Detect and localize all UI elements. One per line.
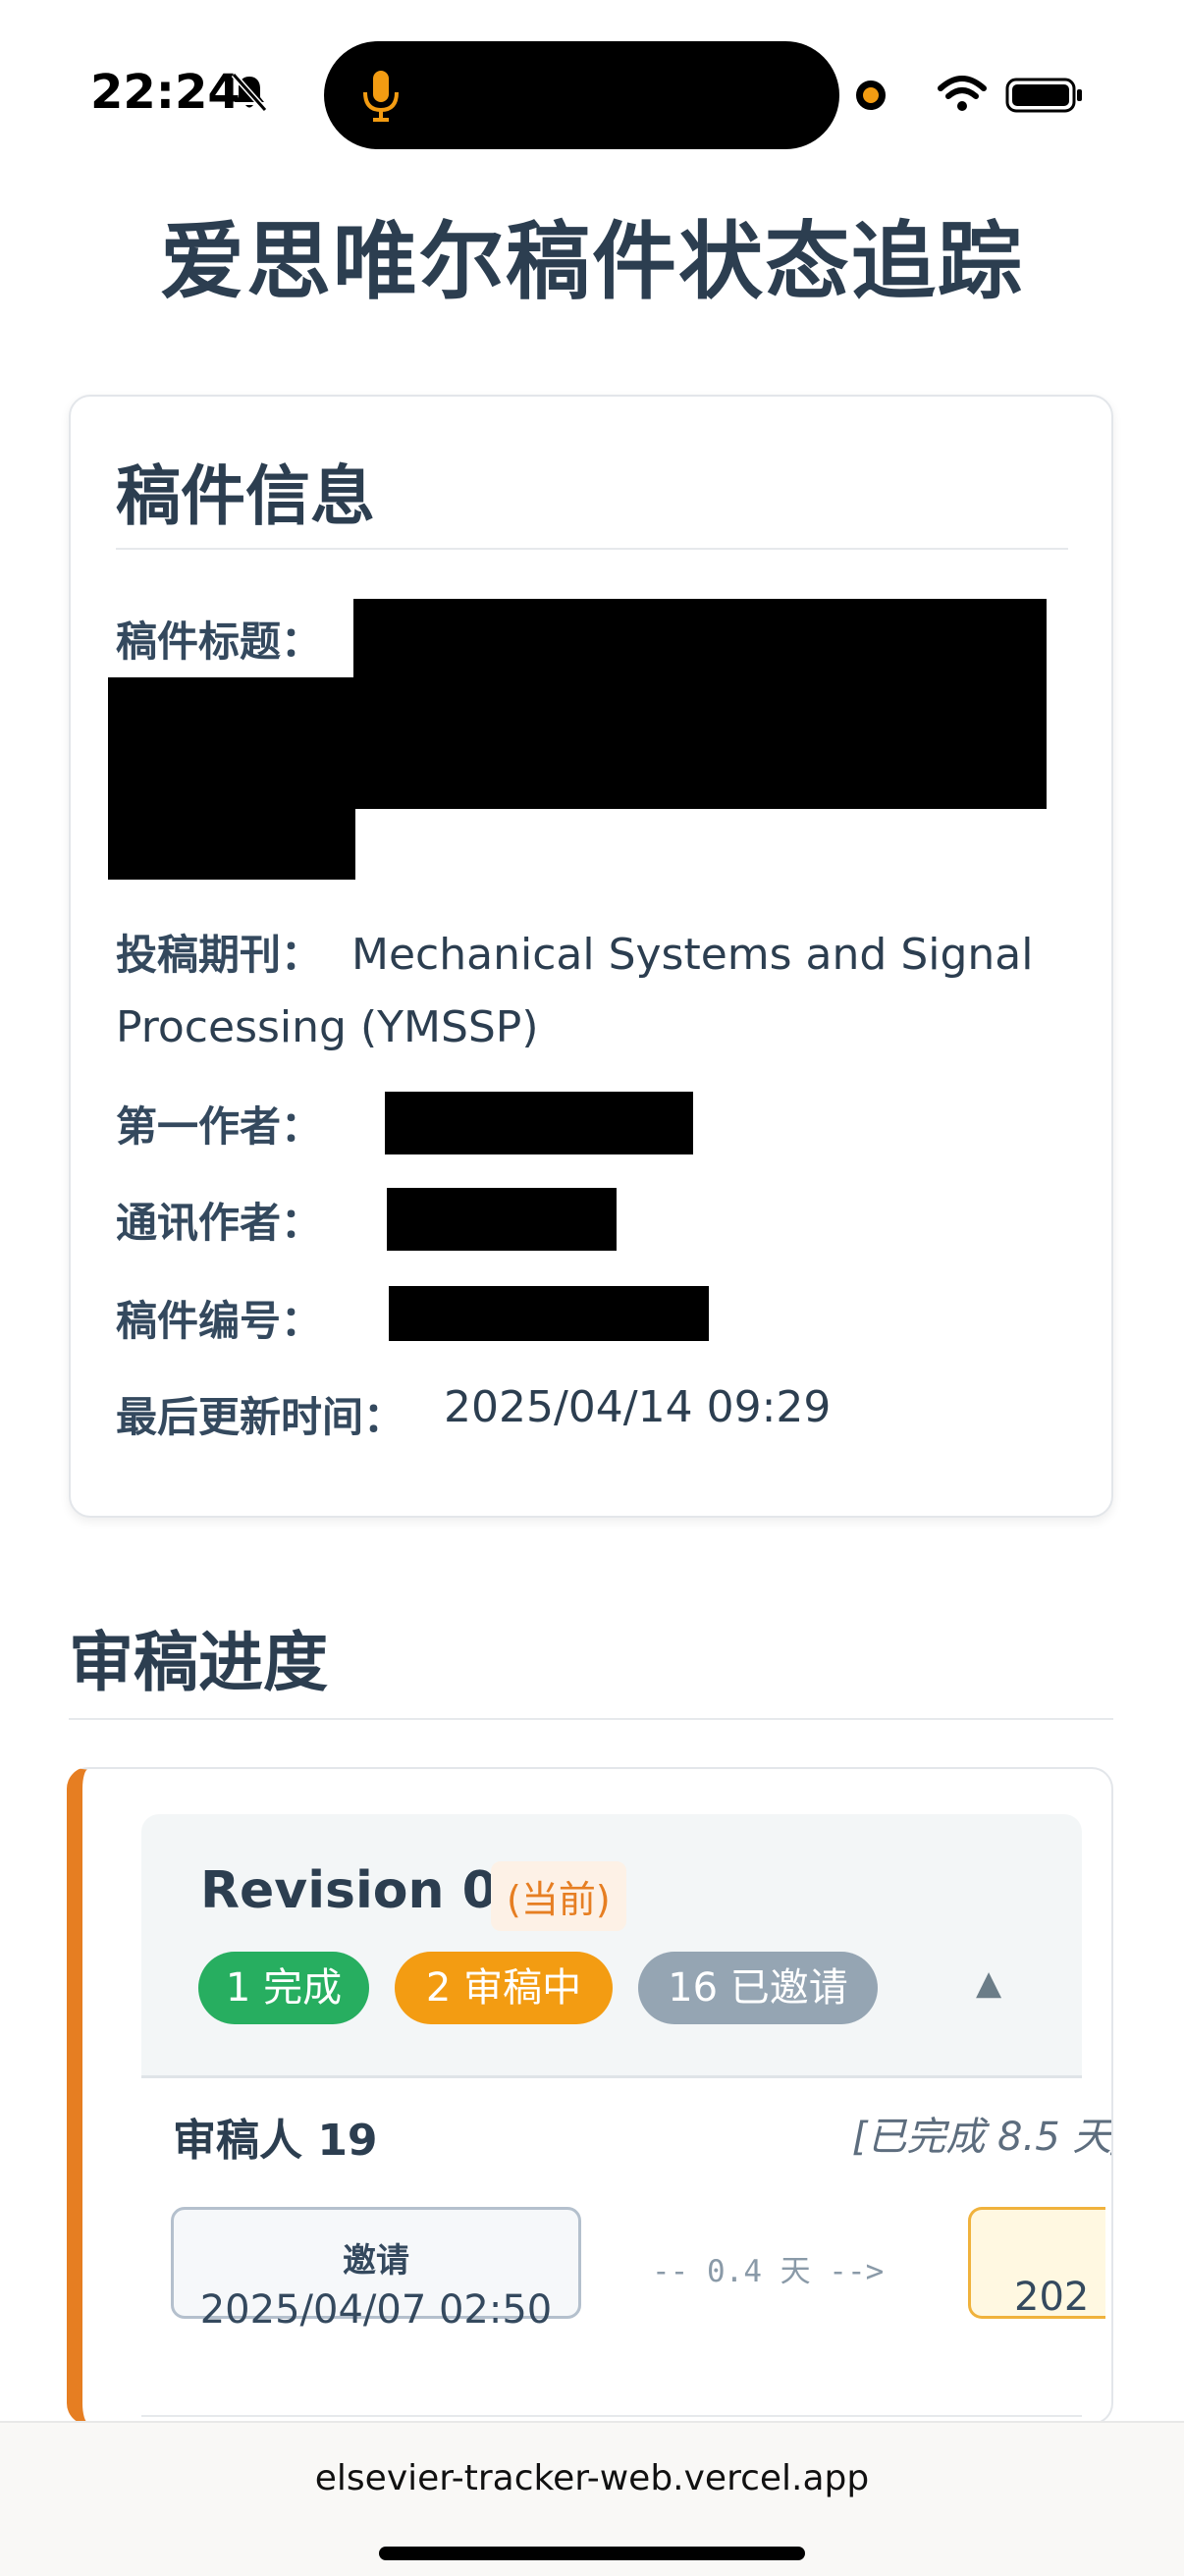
manuscript-id-label: 稿件编号： — [116, 1297, 323, 1345]
redacted-title-continued — [108, 677, 355, 880]
invite-event: 邀请 2025/04/07 02:50 — [171, 2207, 581, 2333]
title-label: 稿件标题： — [116, 617, 323, 666]
last-updated-label: 最后更新时间： — [116, 1393, 405, 1441]
wifi-icon — [938, 76, 987, 111]
microphone-icon — [363, 71, 399, 122]
revision-panel: Revision 0 (当前) 1 完成 2 审稿中 16 已邀请 ▲ 审稿人 … — [67, 1767, 1113, 2425]
revision-header[interactable]: Revision 0 (当前) 1 完成 2 审稿中 16 已邀请 ▲ — [141, 1814, 1082, 2078]
status-time: 22:24 — [90, 65, 241, 120]
redacted-title — [353, 599, 1047, 809]
completed-badge: 1 完成 — [198, 1952, 369, 2024]
status-bar: 22:24 — [0, 0, 1184, 187]
home-indicator[interactable] — [379, 2547, 805, 2560]
reviewer-status: [已完成 8.5 天] — [851, 2115, 1113, 2160]
redacted-first-author — [385, 1092, 693, 1154]
collapse-toggle-icon[interactable]: ▲ — [976, 1963, 1001, 2003]
battery-icon — [1005, 78, 1082, 113]
next-event-date: 202 — [1014, 2275, 1090, 2319]
invited-badge: 16 已邀请 — [638, 1952, 878, 2024]
journal-label: 投稿期刊： — [116, 931, 323, 979]
invite-date: 2025/04/07 02:50 — [199, 2287, 553, 2333]
journal-row: 投稿期刊： Mechanical Systems and Signal Proce… — [116, 919, 1088, 1064]
review-progress-heading: 审稿进度 — [69, 1625, 328, 1700]
page-title: 爱思唯尔稿件状态追踪 — [160, 213, 1024, 311]
redacted-manuscript-id — [389, 1286, 709, 1341]
redacted-corresponding-author — [387, 1188, 617, 1251]
last-updated-value: 2025/04/14 09:29 — [444, 1382, 832, 1432]
corresponding-author-label: 通讯作者： — [116, 1199, 323, 1247]
current-tag: (当前) — [491, 1861, 626, 1931]
card-heading: 稿件信息 — [116, 458, 375, 534]
privacy-indicator-icon — [856, 80, 886, 110]
reviewer-name: 审稿人 19 — [173, 2116, 378, 2166]
browser-address-bar[interactable]: elsevier-tracker-web.vercel.app — [0, 2421, 1184, 2576]
manuscript-info-card: 稿件信息 稿件标题： 投稿期刊： Mechanical Systems and S… — [69, 395, 1113, 1518]
invite-label: 邀请 — [343, 2241, 409, 2281]
bell-muted-icon — [231, 73, 268, 112]
dynamic-island — [324, 41, 839, 149]
url-text[interactable]: elsevier-tracker-web.vercel.app — [0, 2458, 1184, 2498]
timeline-gap: -- 0.4 天 --> — [652, 2254, 885, 2289]
reviewing-badge: 2 审稿中 — [395, 1952, 613, 2024]
divider — [141, 2415, 1082, 2417]
first-author-label: 第一作者： — [116, 1102, 323, 1151]
divider — [69, 1718, 1113, 1720]
next-event: 202 — [968, 2207, 1105, 2319]
revision-title: Revision 0 — [200, 1861, 498, 1920]
divider — [116, 548, 1068, 550]
